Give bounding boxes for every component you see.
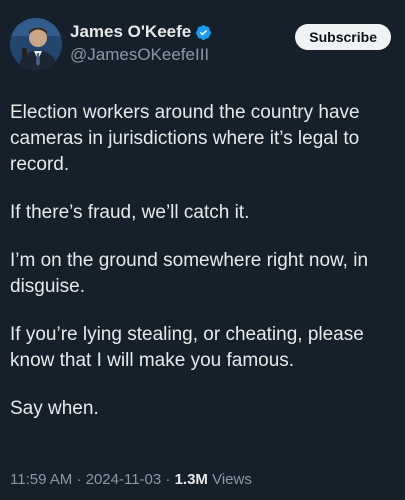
subscribe-button[interactable]: Subscribe xyxy=(295,24,391,50)
views-label: Views xyxy=(212,471,252,488)
author-name[interactable]: James O'Keefe xyxy=(70,22,191,42)
tweet-date[interactable]: 2024-11-03 xyxy=(86,471,162,488)
tweet-text: Election workers around the country have… xyxy=(10,100,395,444)
avatar-image xyxy=(10,18,62,70)
tweet-paragraph: Election workers around the country have… xyxy=(10,102,360,175)
views-count[interactable]: 1.3M xyxy=(175,471,208,488)
tweet-header: James O'Keefe @JamesOKeefeIII Subscribe xyxy=(8,12,397,76)
tweet-paragraph: I’m on the ground somewhere right now, i… xyxy=(10,250,369,297)
tweet-paragraph: If there’s fraud, we’ll catch it. xyxy=(10,202,250,223)
tweet-meta: 11:59 AM · 2024-11-03 · 1.3M Views xyxy=(10,471,252,488)
author-name-row[interactable]: James O'Keefe xyxy=(70,22,212,42)
avatar[interactable] xyxy=(10,18,62,70)
author-info: James O'Keefe @JamesOKeefeIII xyxy=(70,22,212,65)
tweet-time[interactable]: 11:59 AM xyxy=(10,471,72,488)
tweet-paragraph: If you’re lying stealing, or cheating, p… xyxy=(10,324,364,371)
meta-separator: · xyxy=(165,471,171,488)
author-handle[interactable]: @JamesOKeefeIII xyxy=(70,45,212,65)
verified-badge-icon xyxy=(196,24,212,40)
tweet-paragraph: Say when. xyxy=(10,398,99,419)
meta-separator: · xyxy=(76,471,82,488)
